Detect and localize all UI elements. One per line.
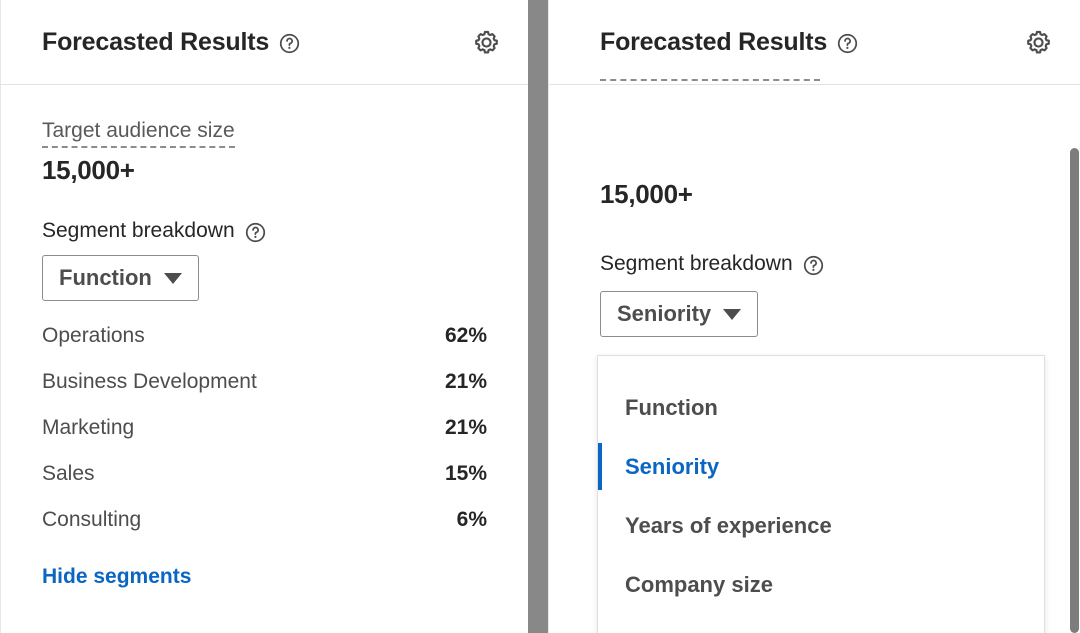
segment-breakdown-selected-value: Seniority bbox=[617, 301, 712, 326]
panel-header-left: Forecasted Results bbox=[1, 0, 528, 85]
segment-percent: 15% bbox=[444, 462, 487, 486]
target-audience-size-label: Target audience size bbox=[42, 119, 235, 149]
segment-list: Operations 62% Business Development 21% … bbox=[42, 324, 487, 554]
segment-breakdown-dropdown-button[interactable]: Seniority bbox=[600, 291, 759, 337]
segment-name: Marketing bbox=[42, 416, 135, 440]
dropdown-option-label: Function bbox=[625, 394, 718, 420]
segment-percent: 21% bbox=[444, 370, 487, 394]
dropdown-option-company-size[interactable]: Company size bbox=[598, 555, 1044, 614]
dropdown-option-years-of-experience[interactable]: Years of experience bbox=[598, 496, 1044, 555]
target-audience-size-underline bbox=[600, 79, 820, 81]
segment-breakdown-dropdown-button[interactable]: Function bbox=[42, 255, 199, 302]
segment-percent: 6% bbox=[456, 508, 487, 532]
dropdown-option-function[interactable]: Function bbox=[598, 378, 1044, 437]
dropdown-option-label: Years of experience bbox=[625, 512, 832, 538]
gear-icon bbox=[473, 29, 500, 56]
page-title: Forecasted Results bbox=[600, 27, 828, 56]
segment-name: Sales bbox=[42, 462, 95, 486]
target-audience-size-value: 15,000+ bbox=[600, 179, 693, 209]
panel-header-right: Forecasted Results bbox=[549, 0, 1080, 85]
segment-breakdown-dropdown-menu: Function Seniority Years of experience C… bbox=[597, 355, 1045, 633]
segment-name: Operations bbox=[42, 324, 145, 348]
settings-button[interactable] bbox=[470, 26, 502, 58]
panel-divider bbox=[528, 0, 548, 633]
dropdown-option-seniority[interactable]: Seniority bbox=[598, 437, 1044, 496]
table-row: Marketing 21% bbox=[42, 416, 487, 462]
panel-body-left: Target audience size 15,000+ Segment bre… bbox=[1, 85, 528, 589]
forecasted-results-panel-right: Forecasted Results 15,000+ Segment break… bbox=[548, 0, 1080, 633]
segment-name: Consulting bbox=[42, 508, 142, 532]
segment-breakdown-label: Segment breakdown bbox=[42, 219, 235, 243]
scrollbar-thumb[interactable] bbox=[1070, 148, 1079, 633]
table-row: Consulting 6% bbox=[42, 508, 487, 554]
gear-icon bbox=[1025, 29, 1052, 56]
target-audience-size-value: 15,000+ bbox=[42, 155, 135, 186]
dropdown-option-industries[interactable]: Industries bbox=[598, 614, 1044, 633]
table-row: Sales 15% bbox=[42, 462, 487, 508]
chevron-down-icon bbox=[723, 308, 742, 320]
segment-percent: 21% bbox=[444, 416, 487, 440]
forecast-panels-screen: Forecasted Results Target audience size … bbox=[0, 0, 1080, 633]
chevron-down-icon bbox=[163, 272, 182, 284]
forecasted-results-panel-left: Forecasted Results Target audience size … bbox=[0, 0, 528, 633]
segment-percent: 62% bbox=[444, 324, 487, 348]
help-circle-icon[interactable] bbox=[279, 33, 300, 54]
table-row: Business Development 21% bbox=[42, 370, 487, 416]
segment-breakdown-selected-value: Function bbox=[59, 265, 152, 291]
hide-segments-link[interactable]: Hide segments bbox=[42, 565, 191, 589]
page-title: Forecasted Results bbox=[42, 27, 270, 56]
help-circle-icon[interactable] bbox=[245, 222, 266, 243]
segment-breakdown-label-row: Segment breakdown bbox=[42, 219, 487, 243]
help-circle-icon[interactable] bbox=[837, 33, 858, 54]
settings-button[interactable] bbox=[1022, 26, 1054, 58]
segment-name: Business Development bbox=[42, 370, 257, 394]
scrollbar[interactable] bbox=[1069, 0, 1080, 633]
table-row: Operations 62% bbox=[42, 324, 487, 370]
segment-breakdown-label-row: Segment breakdown bbox=[600, 252, 824, 276]
target-audience-size-block: Target audience size 15,000+ bbox=[42, 119, 487, 186]
dropdown-option-label: Seniority bbox=[625, 453, 720, 479]
dropdown-option-label: Company size bbox=[625, 571, 773, 597]
segment-breakdown-label: Segment breakdown bbox=[600, 252, 793, 275]
help-circle-icon[interactable] bbox=[803, 255, 824, 276]
